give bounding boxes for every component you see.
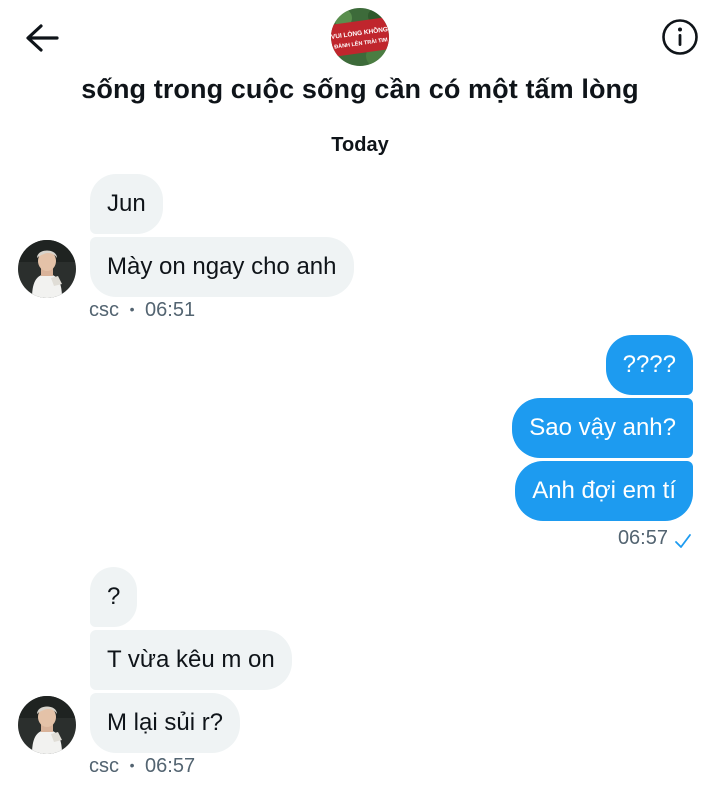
message-text: ???? — [622, 351, 676, 378]
outgoing-message[interactable]: Sao vậy anh? — [512, 398, 693, 458]
info-circle-icon — [662, 19, 698, 55]
sender-avatar[interactable] — [18, 240, 76, 298]
sender-name: csc — [89, 755, 119, 777]
outgoing-message[interactable]: ???? — [605, 335, 693, 395]
meta-separator: • — [129, 757, 135, 773]
message-meta: csc • 06:57 — [89, 755, 195, 778]
incoming-message[interactable]: Mày on ngay cho anh — [90, 237, 354, 297]
incoming-message[interactable]: T vừa kêu m on — [90, 630, 292, 690]
incoming-message[interactable]: ? — [90, 567, 138, 627]
outgoing-message[interactable]: Anh đợi em tí — [515, 461, 693, 521]
message-time: 06:57 — [617, 527, 668, 549]
message-text: Anh đợi em tí — [532, 477, 676, 504]
conversation-title: sống trong cuộc sống cần có một tấm lòng — [81, 74, 639, 104]
incoming-message[interactable]: M lại sủi r? — [90, 693, 241, 753]
message-time: 06:57 — [145, 755, 196, 777]
message-text: M lại sủi r? — [107, 709, 224, 736]
sender-avatar[interactable] — [18, 696, 76, 754]
message-text: T vừa kêu m on — [107, 646, 275, 673]
date-divider: Today — [331, 134, 389, 156]
message-text: Mày on ngay cho anh — [107, 253, 337, 280]
sender-avatar-image — [18, 696, 76, 754]
message-meta: 06:57 — [618, 527, 692, 550]
meta-separator: • — [129, 301, 135, 317]
back-button[interactable] — [20, 20, 64, 56]
conversation-info-button[interactable] — [660, 17, 700, 57]
message-time: 06:51 — [145, 299, 196, 321]
group-avatar[interactable]: VUI LÒNG KHÔNG ĐÁNH LÊN TRÀI TIM — [331, 8, 389, 66]
incoming-message[interactable]: Jun — [90, 174, 163, 234]
message-text: Sao vậy anh? — [529, 414, 676, 441]
message-text: Jun — [107, 190, 146, 217]
sender-avatar-image — [18, 240, 76, 298]
seen-check-icon — [675, 533, 691, 548]
group-avatar-image: VUI LÒNG KHÔNG ĐÁNH LÊN TRÀI TIM — [331, 8, 389, 66]
message-text: ? — [107, 583, 121, 610]
message-meta: csc • 06:51 — [89, 299, 195, 322]
sender-name: csc — [89, 299, 119, 321]
arrow-left-icon — [26, 24, 59, 52]
